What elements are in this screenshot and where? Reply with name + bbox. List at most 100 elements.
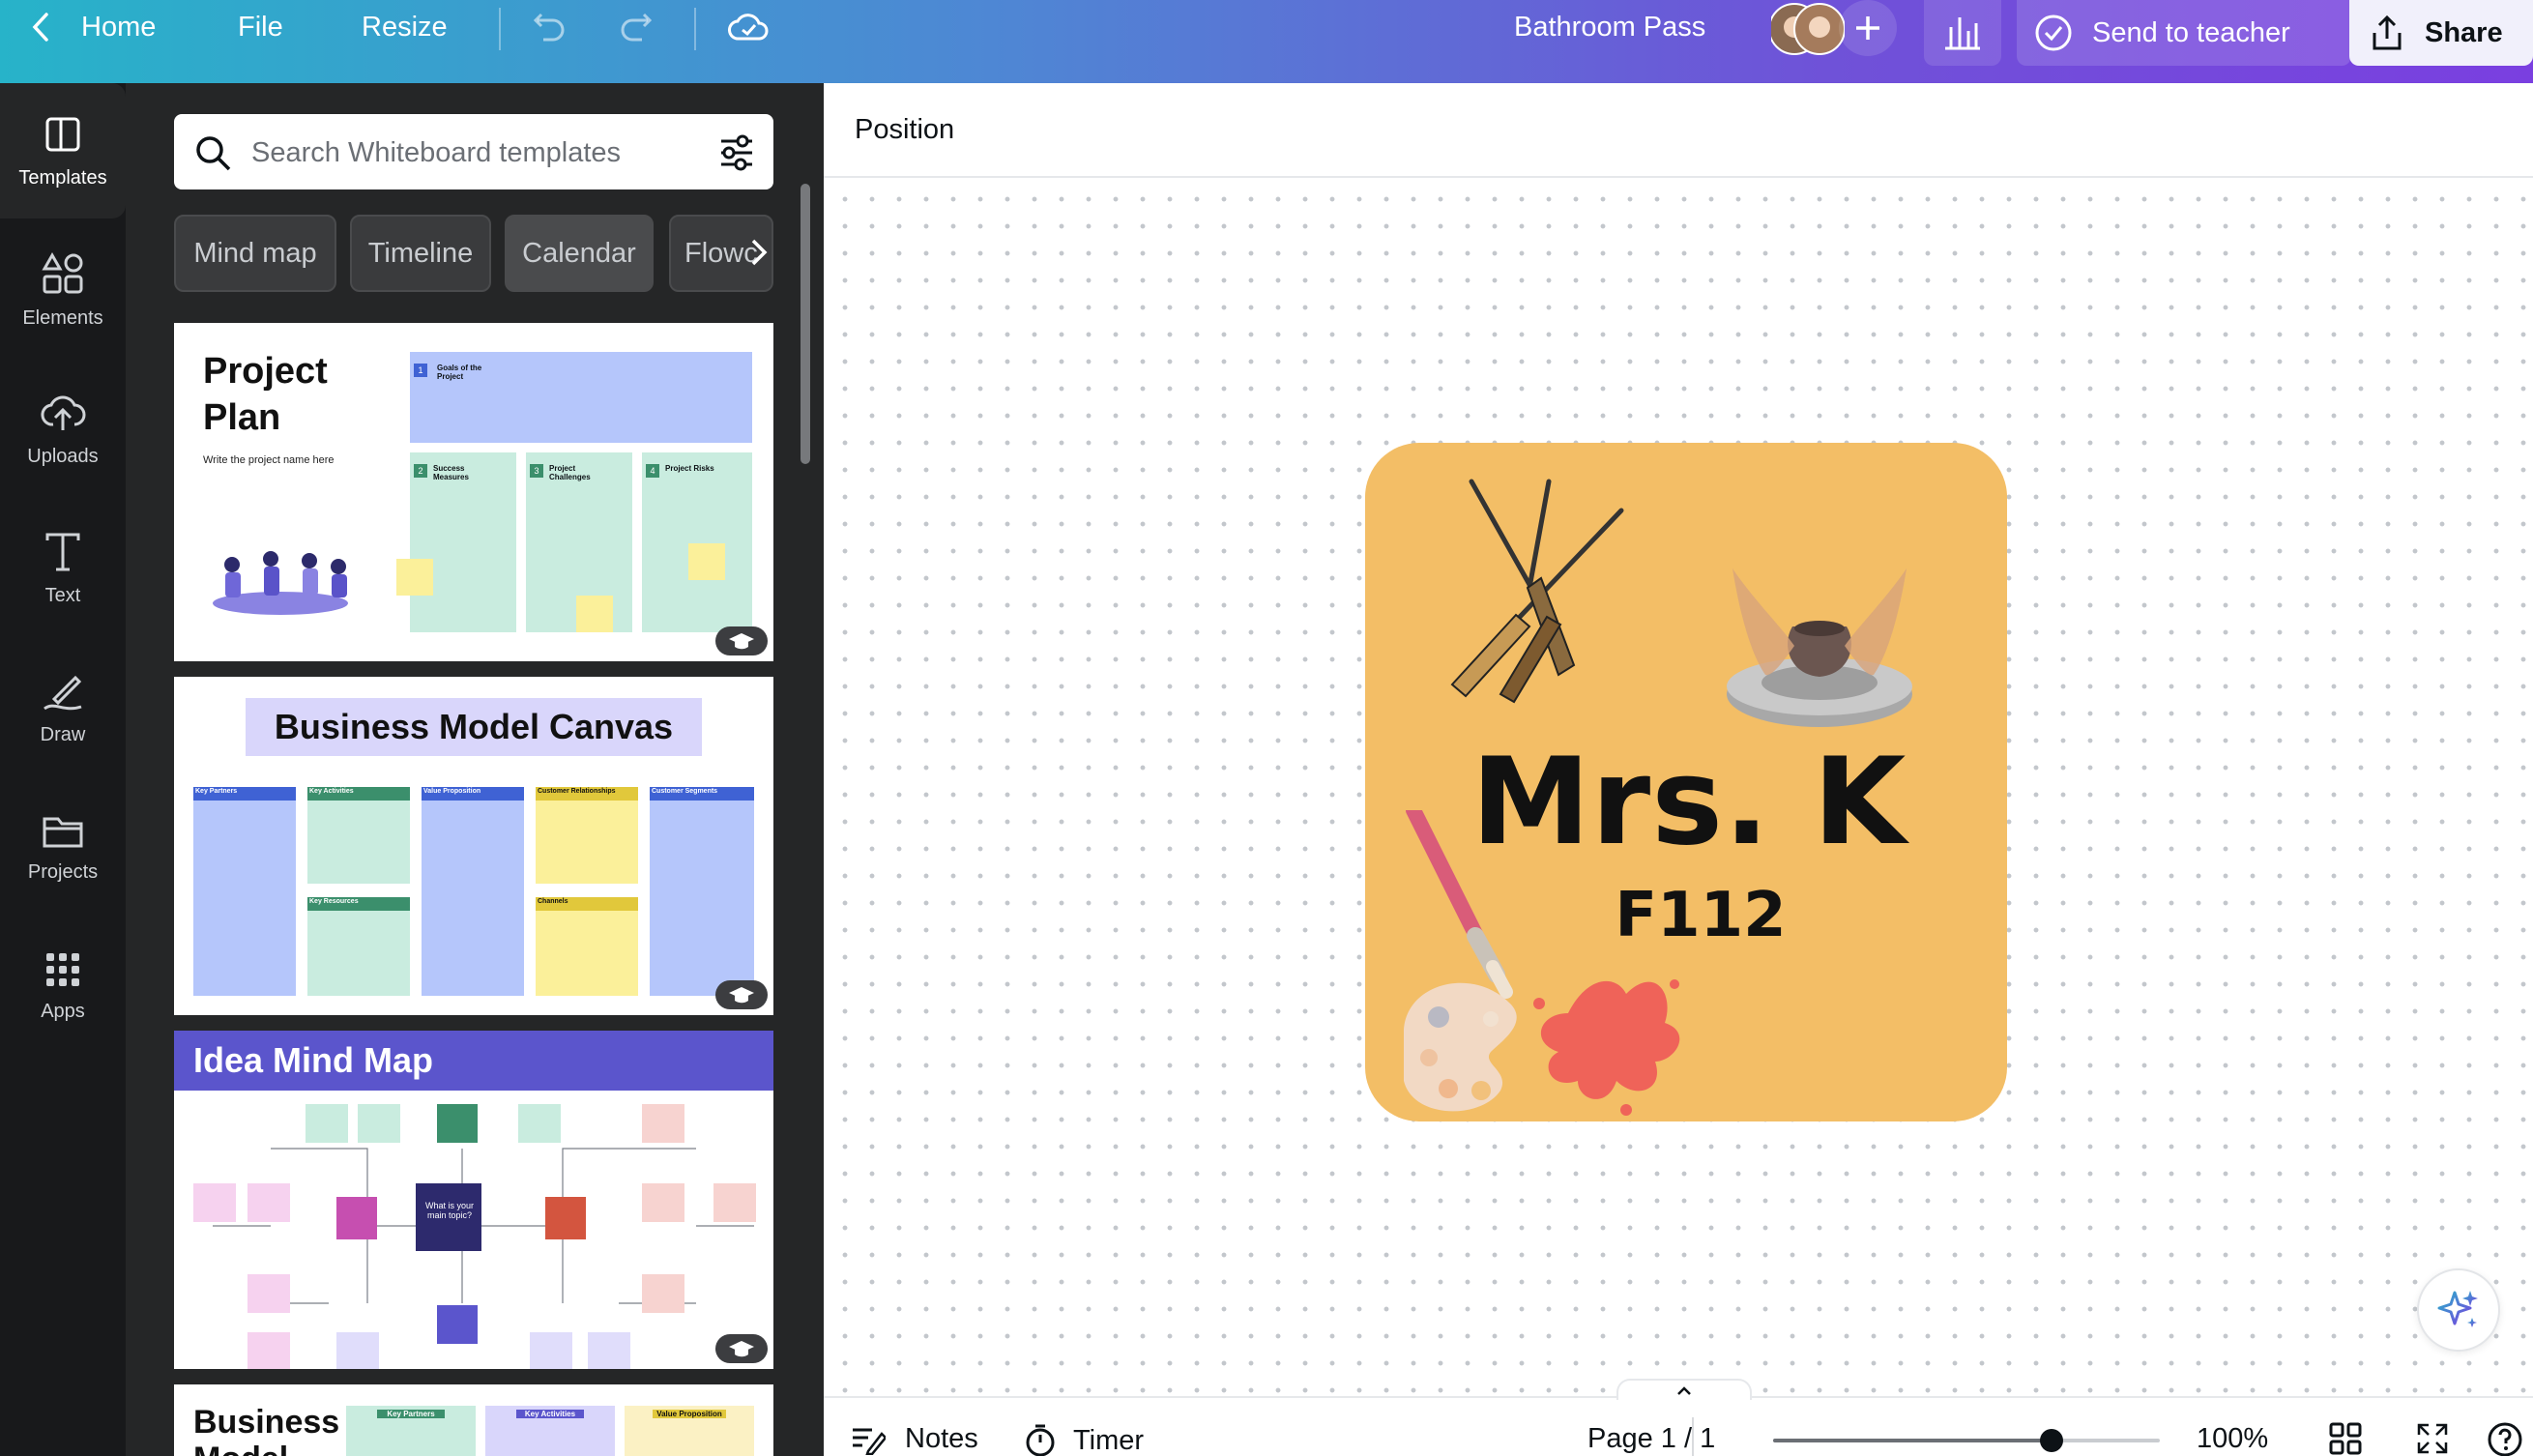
share-icon [2373,15,2402,50]
success-box: 2 Success Measures [410,452,516,632]
rail-item-uploads[interactable]: Uploads [0,362,126,497]
canvas-column: Customer Relationships [536,787,638,884]
file-menu-button[interactable]: File [238,0,283,54]
sticky-note [576,596,613,632]
risks-box: 4 Project Risks [642,452,752,632]
chip-timeline[interactable]: Timeline [350,215,491,292]
canvas-column: Key Partners [193,787,296,996]
rail-item-apps[interactable]: Apps [0,918,126,1054]
bm-column: Key Activities [485,1406,615,1456]
help-icon[interactable] [2487,1421,2523,1456]
apps-icon [46,952,79,986]
mind-map-center-text: What is your main topic? [424,1201,474,1220]
goals-box: 1 Goals of the Project [410,352,752,443]
templates-icon [45,117,80,151]
notes-button[interactable]: Notes [851,1423,978,1455]
zoom-level[interactable]: 100% [2197,1423,2268,1455]
elements-icon [42,251,83,293]
bm-column: Key Partners [346,1406,476,1456]
rail-label: Elements [22,306,103,329]
resize-button[interactable]: Resize [362,0,448,54]
page-indicator[interactable]: Page 1 / 1 [1587,1423,1715,1455]
position-button[interactable]: Position [855,114,954,146]
divider [694,8,696,50]
canvas-column: Channels [536,897,638,996]
pottery-wheel-illustration [1727,568,1912,727]
timer-label: Timer [1073,1424,1145,1456]
template-card-idea-mind-map[interactable]: Idea Mind Map What is your main topic? [174,1031,773,1369]
add-collaborator-icon[interactable] [1839,0,1897,56]
bar-chart-icon [1945,17,1980,50]
chips-next-icon[interactable] [744,228,773,277]
teacher-name-text[interactable]: Mrs. K [1365,733,2007,872]
search-field[interactable]: Search Whiteboard templates [174,114,773,189]
redo-icon[interactable] [619,0,657,54]
chip-mind-map[interactable]: Mind map [174,215,336,292]
rail-item-draw[interactable]: Draw [0,640,126,775]
education-badge-icon [715,626,768,655]
rail-item-elements[interactable]: Elements [0,222,126,358]
panel-scrollbar[interactable] [801,184,810,464]
side-rail: Templates Elements Uploads Text Draw Pro… [0,83,126,1456]
zoom-slider-handle[interactable] [2040,1429,2063,1452]
filter-icon[interactable] [717,133,756,172]
send-to-teacher-button[interactable]: Send to teacher [2017,0,2351,66]
clay-tools-illustration [1450,479,1624,704]
divider [1692,1417,1694,1456]
sparkle-icon [2437,1291,2478,1327]
zoom-slider[interactable] [1773,1429,2160,1452]
chevron-up-icon [1677,1386,1691,1395]
back-chevron-icon[interactable] [31,0,50,54]
education-badge-icon [715,980,768,1009]
fullscreen-icon[interactable] [2415,1421,2450,1456]
timer-icon [1026,1424,1055,1456]
notes-label: Notes [905,1423,978,1454]
search-icon [196,136,231,171]
timer-button[interactable]: Timer [1023,1423,1144,1456]
rail-item-projects[interactable]: Projects [0,779,126,915]
rail-label: Projects [27,860,99,883]
template-subtitle: Write the project name here [203,454,335,466]
room-number-text[interactable]: F112 [1365,880,2007,951]
share-label: Share [2425,16,2503,48]
page-drawer-toggle[interactable] [1616,1379,1752,1400]
template-title: Business Model Canvas [246,698,702,756]
share-button[interactable]: Share [2349,0,2533,66]
canvas-column: Customer Segments [650,787,754,996]
sticky-note [688,543,725,580]
home-button[interactable]: Home [81,0,156,54]
insights-button[interactable] [1924,0,2001,66]
magic-assistant-button[interactable] [2417,1268,2500,1352]
undo-icon[interactable] [528,0,567,54]
canvas-column: Key Activities [307,787,410,884]
template-card-business-model-canvas[interactable]: Business Model Canvas Key Partners Key A… [174,677,773,1015]
top-bar: Home File Resize Bathroom Pass Send to t… [0,0,2533,83]
rail-label: Apps [41,1000,85,1022]
notes-icon [853,1428,886,1455]
check-circle-icon [2035,15,2072,51]
canvas-column: Key Resources [307,897,410,996]
rail-label: Draw [40,723,86,745]
design-title[interactable]: Bathroom Pass [1514,0,1705,54]
rail-label: Uploads [27,445,99,467]
search-input[interactable]: Search Whiteboard templates [251,137,621,169]
avatar[interactable] [1771,3,1845,55]
bathroom-pass-design[interactable]: Mrs. K F112 [1365,443,2007,1121]
rail-label: Templates [18,166,107,189]
text-icon [45,533,80,570]
cloud-saved-icon[interactable] [727,0,770,54]
grid-view-icon[interactable] [2328,1421,2363,1456]
bm-column: Value Proposition [625,1406,754,1456]
template-title: Idea Mind Map [174,1031,773,1091]
zoom-slider-fill [1773,1439,2052,1442]
rail-label: Text [44,584,81,606]
bottom-bar: Notes Timer Page 1 / 1 100% [824,1379,2533,1456]
template-card-project-plan[interactable]: Project Plan Write the project name here… [174,323,773,661]
chip-calendar[interactable]: Calendar [505,215,654,292]
template-card-business-model[interactable]: Business Model Key Partners Key Activiti… [174,1384,773,1456]
team-illustration [213,551,348,615]
rail-item-templates[interactable]: Templates [0,83,126,218]
uploads-icon [41,395,86,430]
rail-item-text[interactable]: Text [0,501,126,636]
education-badge-icon [715,1334,768,1363]
